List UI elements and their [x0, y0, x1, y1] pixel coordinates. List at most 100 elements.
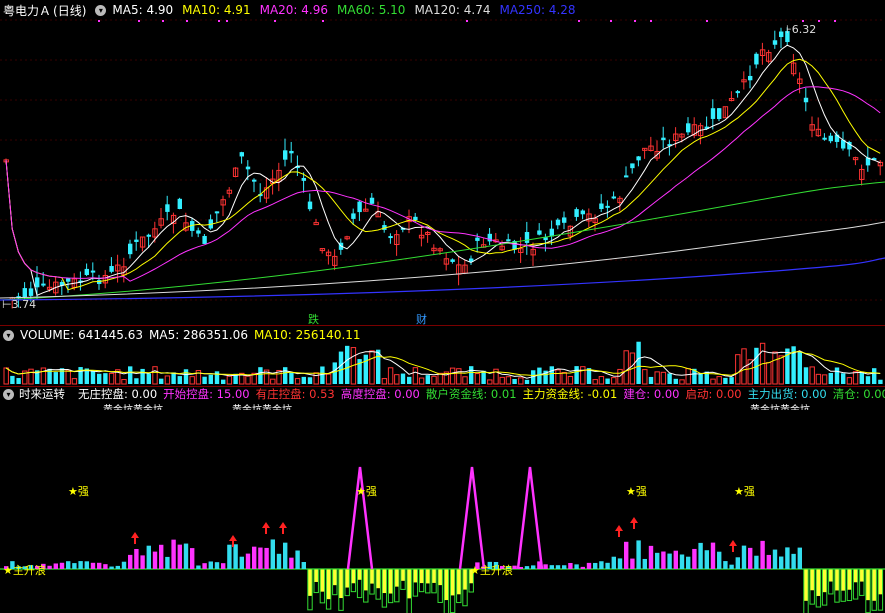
indicator-bar [97, 562, 102, 569]
candle-body [196, 230, 201, 234]
indicator-bar [803, 569, 809, 601]
volume-bar [878, 379, 883, 384]
candle-body [599, 203, 604, 209]
event-tag-fall[interactable]: 跌 [308, 311, 319, 327]
indicator-bar [797, 547, 802, 569]
candle-body [413, 216, 418, 221]
indicator-panel[interactable]: ▾ 时来运转 无庄控盘: 0.00 开始控盘: 15.00 有庄控盘: 0.53 高度… [0, 387, 885, 613]
indicator-bar [245, 553, 251, 569]
volume-bar [394, 374, 400, 385]
chevron-down-icon[interactable]: ▾ [3, 329, 14, 341]
indicator-bar [605, 562, 610, 569]
indicator-bar [84, 561, 89, 569]
volume-panel[interactable]: ▾ VOLUME: 641445.63 MA5: 286351.06 MA10: 2… [0, 326, 885, 387]
sub-label: 黄金坑黄金坑 [103, 401, 163, 410]
volume-bar [828, 372, 833, 384]
volume-bar [258, 367, 263, 384]
up-arrow-icon [131, 532, 139, 544]
volume-bar [53, 372, 58, 384]
candle-body [611, 196, 616, 199]
indicator-bar [841, 569, 846, 591]
indicator-bar [735, 557, 740, 569]
indicator-bar [90, 562, 96, 569]
volume-bar [772, 351, 778, 385]
indicator-bar [766, 554, 771, 569]
indicator-bar [462, 569, 468, 590]
signal-dot [98, 20, 100, 22]
high-price-label: ⊦6.32 [786, 23, 817, 36]
volume-bar [226, 375, 233, 385]
volume-bar [524, 379, 530, 384]
indicator-bar [171, 539, 176, 569]
volume-bar [487, 379, 493, 385]
indicator-bar [710, 542, 716, 569]
volume-bar [642, 369, 648, 385]
indicator-bar [754, 555, 759, 569]
indicator-bar [413, 569, 418, 583]
indicator-bar [332, 569, 337, 586]
indicator-bar [258, 547, 263, 569]
volume-bar [667, 373, 672, 384]
volume-bar [580, 366, 586, 385]
indicator-bar [152, 551, 158, 569]
up-arrow-icon [262, 522, 270, 534]
volume-bar [803, 367, 809, 384]
volume-bar [90, 371, 96, 384]
indicator-bar [159, 544, 164, 569]
chevron-down-icon[interactable]: ▾ [95, 4, 107, 16]
indicator-chart[interactable] [0, 387, 885, 613]
volume-bar [859, 371, 864, 384]
candlestick-chart[interactable] [0, 0, 885, 325]
chevron-down-icon[interactable]: ▾ [3, 388, 14, 400]
legend-item: MA10: 256140.11 [253, 328, 361, 342]
sub-label: 黄金坑黄金坑 [750, 401, 810, 410]
price-panel[interactable]: 粤电力Ａ (日线) ▾ MA5: 4.90 MA10: 4.91 MA20: 4.9… [0, 0, 885, 326]
indicator-bar [351, 569, 356, 584]
volume-bar [611, 377, 617, 385]
indicator-bar [314, 569, 319, 582]
legend-item: 开始控盘: 15.00 [163, 387, 250, 401]
volume-bar [313, 372, 319, 385]
volume-bar [605, 378, 610, 384]
indicator-bar [227, 544, 232, 569]
candle-body [537, 230, 542, 235]
volume-bar [766, 362, 772, 385]
ma120-line [0, 221, 885, 299]
volume-bar [505, 376, 512, 385]
indicator-bar [431, 569, 437, 583]
legend-item: 清仓: 0.00 [832, 387, 885, 401]
strong-marker: ★强 [734, 485, 755, 498]
signal-dot [186, 20, 188, 22]
volume-bar [369, 350, 375, 385]
indicator-bar [834, 569, 840, 591]
volume-bar [735, 354, 741, 385]
candle-body [307, 201, 313, 210]
main-wave-marker: ★主升浪 [470, 564, 513, 577]
candle-body [574, 209, 579, 217]
event-tag-finance[interactable]: 财 [416, 311, 427, 327]
candle-body [109, 266, 114, 272]
indicator-bar [444, 569, 449, 601]
indicator-bar [729, 564, 734, 569]
indicator-bar [791, 553, 796, 569]
indicator-bar [270, 539, 275, 569]
indicator-bar [264, 547, 269, 569]
indicator-bar [115, 565, 120, 569]
up-arrow-icon [279, 522, 287, 534]
candle-body [450, 259, 455, 262]
indicator-bar [865, 569, 871, 601]
indicator-bar [177, 544, 182, 569]
volume-bar [778, 355, 784, 385]
candle-body [524, 232, 530, 243]
candle-body [301, 177, 306, 181]
indicator-bar [363, 569, 368, 591]
stock-name: 粤电力Ａ [3, 3, 52, 18]
legend-item: 有庄控盘: 0.53 [255, 387, 335, 401]
indicator-bar [785, 547, 790, 569]
volume-bar [152, 366, 158, 385]
candle-body [748, 75, 753, 81]
volume-bar [716, 376, 722, 385]
indicator-bar [103, 564, 108, 569]
indicator-bar [822, 569, 827, 593]
indicator-bar [276, 553, 282, 569]
